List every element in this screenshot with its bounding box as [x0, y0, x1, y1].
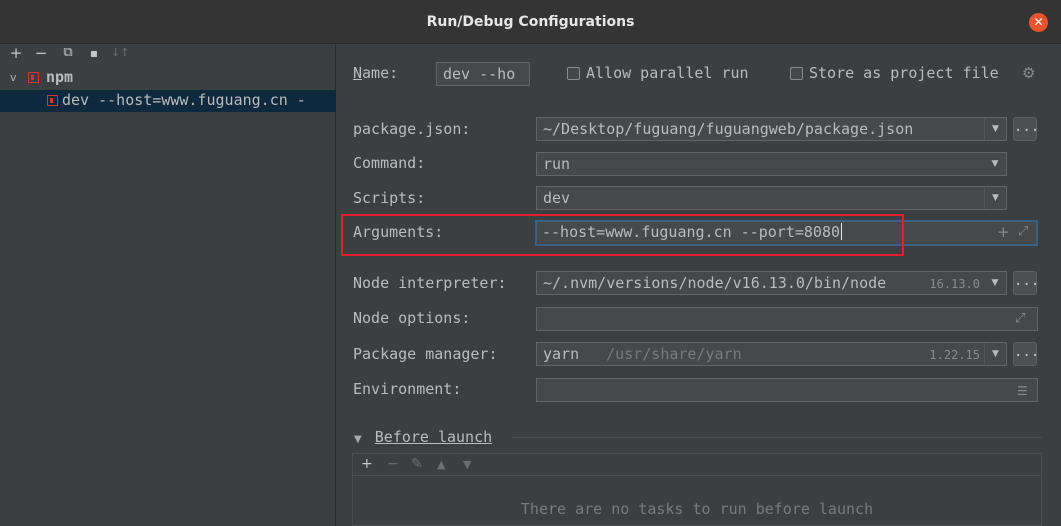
npm-icon	[28, 72, 39, 83]
package-manager-browse-button[interactable]: ...	[1013, 342, 1039, 366]
tree-item-label: dev --host=www.fuguang.cn -	[62, 91, 306, 109]
close-button[interactable]: ✕	[1029, 13, 1048, 32]
before-launch-header[interactable]: ▼ Before launch	[354, 428, 492, 446]
gear-icon[interactable]: ⚙	[1022, 64, 1035, 82]
tree-group-npm[interactable]: v npm	[0, 67, 336, 89]
chevron-down-icon[interactable]: v	[10, 71, 17, 84]
allow-parallel-label[interactable]: Allow parallel run	[586, 64, 749, 82]
package-json-browse-button[interactable]: ...	[1013, 117, 1039, 141]
tree-item-dev[interactable]: dev --host=www.fuguang.cn -	[0, 90, 336, 112]
expand-icon[interactable]: ⤢	[1015, 308, 1025, 330]
move-up-icon[interactable]: ▲	[437, 458, 445, 471]
folder-icon[interactable]: ▪	[86, 45, 102, 61]
dialog-titlebar: Run/Debug Configurations ✕	[0, 0, 1061, 44]
chevron-down-icon[interactable]: ▼	[354, 434, 362, 445]
arguments-value: --host=www.fuguang.cn --port=8080	[542, 223, 841, 241]
environment-label: Environment:	[353, 380, 462, 398]
node-interpreter-label: Node interpreter:	[353, 274, 507, 292]
command-value: run	[543, 155, 571, 173]
package-json-label: package.json:	[353, 120, 471, 138]
node-options-label: Node options:	[353, 309, 471, 327]
move-down-icon[interactable]: ▼	[463, 458, 471, 471]
tree-toolbar: + − ⧉ ▪ ↓↑	[0, 44, 336, 64]
node-interpreter-select[interactable]: ~/.nvm/versions/node/v16.13.0/bin/node 1…	[536, 271, 1007, 295]
node-interpreter-browse-button[interactable]: ...	[1013, 271, 1039, 295]
command-select[interactable]: run ▼	[536, 152, 1007, 176]
allow-parallel-checkbox[interactable]	[567, 67, 580, 80]
environment-input[interactable]: ☰	[536, 378, 1038, 402]
edit-icon[interactable]: ✎	[411, 456, 423, 472]
arguments-input[interactable]: --host=www.fuguang.cn --port=8080 + ⤢	[535, 220, 1038, 246]
chevron-down-icon[interactable]: ▼	[984, 272, 1006, 294]
text-caret	[841, 223, 843, 240]
add-icon[interactable]: +	[8, 45, 24, 61]
package-manager-select[interactable]: yarn /usr/share/yarn 1.22.15 ▼	[536, 342, 1007, 366]
expand-icon[interactable]: ⤢	[1018, 222, 1028, 242]
section-divider	[512, 437, 1042, 438]
package-manager-path: /usr/share/yarn	[606, 345, 742, 363]
scripts-select[interactable]: dev ▼	[536, 186, 1007, 210]
before-launch-panel: + − ✎ ▲ ▼ There are no tasks to run befo…	[352, 453, 1042, 526]
configurations-tree-pane: + − ⧉ ▪ ↓↑ v npm dev --host=www.fuguang.…	[0, 44, 336, 526]
node-options-input[interactable]: ⤢	[536, 307, 1038, 331]
package-manager-label: Package manager:	[353, 345, 498, 363]
scripts-label: Scripts:	[353, 189, 426, 207]
name-input[interactable]: dev --ho	[436, 62, 530, 86]
sort-icon[interactable]: ↓↑	[111, 45, 129, 61]
chevron-down-icon[interactable]: ▼	[984, 187, 1006, 209]
remove-task-icon[interactable]: −	[387, 456, 399, 472]
chevron-down-icon[interactable]: ▼	[984, 153, 1006, 175]
package-json-select[interactable]: ~/Desktop/fuguang/fuguangweb/package.jso…	[536, 117, 1007, 141]
name-label-rest: ame:	[362, 64, 399, 82]
add-task-icon[interactable]: +	[361, 456, 373, 472]
arguments-label: Arguments:	[353, 223, 444, 241]
package-manager-value: yarn	[543, 345, 580, 363]
before-launch-title: Before launch	[374, 428, 493, 446]
chevron-down-icon[interactable]: ▼	[984, 343, 1006, 365]
list-icon[interactable]: ☰	[1017, 380, 1028, 401]
node-version: 16.13.0	[929, 277, 980, 291]
copy-icon[interactable]: ⧉	[60, 45, 76, 61]
store-as-file-label[interactable]: Store as project file	[809, 64, 999, 82]
node-interpreter-value: ~/.nvm/versions/node/v16.13.0/bin/node	[543, 274, 887, 292]
remove-icon[interactable]: −	[33, 45, 49, 61]
npm-config-icon	[47, 95, 58, 106]
chevron-down-icon[interactable]: ▼	[984, 118, 1006, 140]
command-label: Command:	[353, 154, 426, 172]
package-manager-version: 1.22.15	[929, 348, 980, 362]
package-json-value: ~/Desktop/fuguang/fuguangweb/package.jso…	[543, 120, 914, 138]
scripts-value: dev	[543, 189, 571, 207]
before-launch-empty-message: There are no tasks to run before launch	[520, 500, 874, 518]
tree-group-label: npm	[46, 68, 74, 86]
dialog-title: Run/Debug Configurations	[426, 14, 635, 30]
before-launch-toolbar: + − ✎ ▲ ▼	[353, 454, 1041, 476]
store-as-file-checkbox[interactable]	[790, 67, 803, 80]
plus-icon[interactable]: +	[997, 222, 1010, 242]
name-label: Name:	[353, 64, 399, 82]
